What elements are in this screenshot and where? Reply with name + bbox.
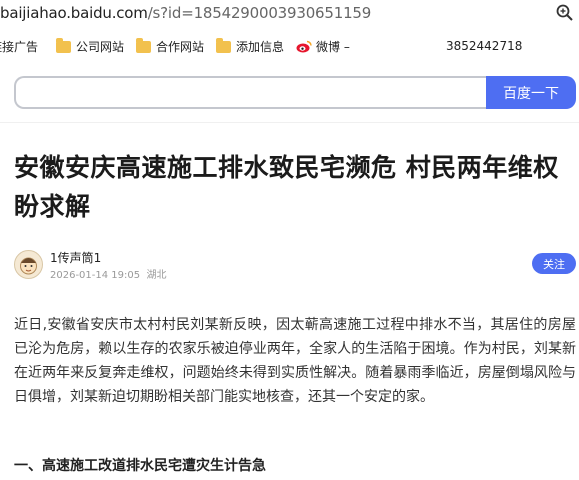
bookmark-label: 微博 – — [316, 40, 350, 54]
follow-button[interactable]: 关注 — [532, 253, 576, 274]
bookmark-company-site[interactable]: 公司网站 — [56, 37, 125, 55]
bookmarks-bar: 链接广告 公司网站 合作网站 添加信息 微博 – 3852442718 — [0, 28, 579, 66]
search-input[interactable] — [14, 76, 486, 109]
folder-icon — [136, 37, 151, 53]
url-host: baijiahao.baidu.com — [0, 4, 148, 22]
section-heading: 一、高速施工改道排水民宅遭灾生计告急 — [14, 458, 266, 474]
bookmark-label: 合作网站 — [156, 40, 205, 54]
search-button[interactable]: 百度一下 — [486, 76, 576, 109]
search-bar: 百度一下 — [14, 76, 576, 109]
zoom-icon[interactable] — [555, 3, 575, 23]
post-location: 湖北 — [146, 270, 167, 281]
weibo-icon — [296, 40, 312, 53]
bookmark-add-info[interactable]: 添加信息 — [216, 37, 285, 55]
url-text[interactable]: baijiahao.baidu.com/s?id=185429000393065… — [0, 4, 371, 22]
avatar[interactable] — [14, 250, 43, 279]
bookmark-ad-links[interactable]: 链接广告 — [0, 38, 38, 55]
avatar-face-icon — [20, 257, 37, 275]
post-meta: 2026-01-14 19:05 湖北 — [50, 266, 166, 281]
post-date: 2026-01-14 19:05 — [50, 270, 141, 281]
bookmark-label: 公司网站 — [76, 40, 125, 54]
folder-icon — [216, 37, 231, 53]
author-name[interactable]: 1传声筒1 — [50, 249, 101, 266]
url-path: /s?id=1854290003930651159 — [147, 4, 372, 22]
article-title: 安徽安庆高速施工排水致民宅濒危 村民两年维权盼求解 — [14, 153, 559, 221]
bookmark-label: 添加信息 — [236, 40, 285, 54]
bookmark-number: 3852442718 — [446, 39, 523, 53]
article-paragraph: 近日,安徽省安庆市太村村民刘某新反映，因太蕲高速施工过程中排水不当，其居住的房屋… — [14, 317, 576, 405]
bookmark-weibo[interactable]: 微博 – — [296, 38, 350, 55]
address-bar[interactable]: baijiahao.baidu.com/s?id=185429000393065… — [0, 0, 579, 28]
bookmark-label: 链接广告 — [0, 40, 39, 54]
bookmark-partner-sites[interactable]: 合作网站 — [136, 37, 205, 55]
folder-icon — [56, 37, 71, 53]
divider — [0, 122, 579, 123]
